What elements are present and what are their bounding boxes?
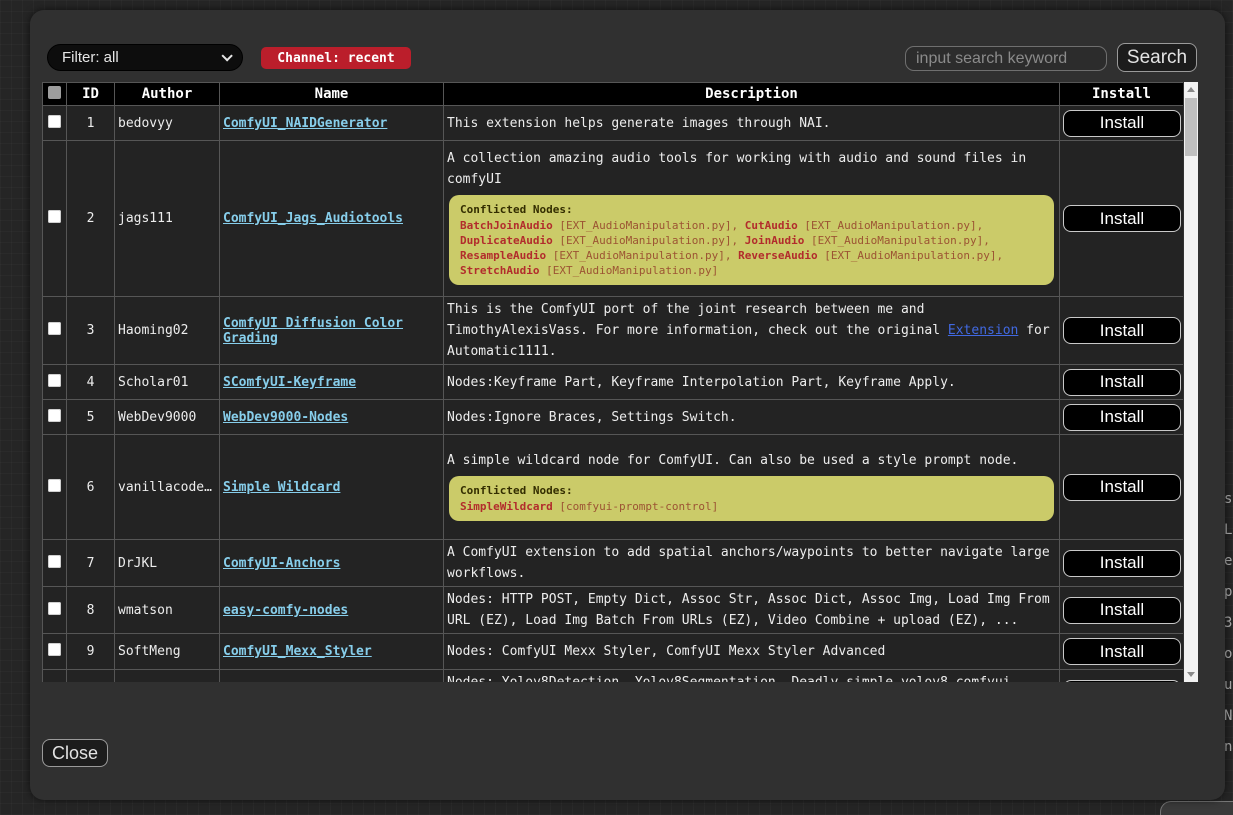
cell-author: SoftMeng xyxy=(115,634,220,670)
cell-author: vanillacode… xyxy=(115,435,220,540)
install-button[interactable]: Install xyxy=(1063,317,1181,344)
scroll-up-arrow[interactable] xyxy=(1184,82,1198,97)
table-body: 1bedovyyComfyUI_NAIDGenerator This extens… xyxy=(43,106,1184,683)
cell-description: A simple wildcard node for ComfyUI. Can … xyxy=(444,435,1060,540)
row-checkbox[interactable] xyxy=(48,374,61,387)
install-button[interactable]: Install xyxy=(1063,550,1181,577)
cell-description: This is the ComfyUI port of the joint re… xyxy=(444,297,1060,365)
extension-name-link[interactable]: ComfyUI_Mexx_Styler xyxy=(223,644,372,659)
background-text-fragments: s L e p 3 o u N n xyxy=(1224,484,1233,763)
cell-author: zcfrank1st xyxy=(115,670,220,683)
cell-author: DrJKL xyxy=(115,540,220,587)
cell-author: Scholar01 xyxy=(115,365,220,400)
cell-author: wmatson xyxy=(115,587,220,634)
filter-select-value: Filter: all xyxy=(62,49,119,66)
install-button[interactable]: Install xyxy=(1063,474,1181,501)
search-button[interactable]: Search xyxy=(1117,43,1197,72)
select-all-checkbox[interactable] xyxy=(48,86,61,99)
scrollbar-thumb[interactable] xyxy=(1185,98,1197,156)
extension-name-link[interactable]: easy-comfy-nodes xyxy=(223,603,348,618)
cell-id: 7 xyxy=(67,540,115,587)
table-row: 1bedovyyComfyUI_NAIDGenerator This extens… xyxy=(43,106,1184,141)
table-row: 4Scholar01SComfyUI-Keyframe Nodes:Keyfram… xyxy=(43,365,1184,400)
custom-nodes-manager-dialog: Filter: all Channel: recent Search ID Au… xyxy=(30,10,1225,800)
cell-id: 4 xyxy=(67,365,115,400)
cell-author: jags111 xyxy=(115,141,220,297)
cell-author: WebDev9000 xyxy=(115,400,220,435)
table-row: 7DrJKLComfyUI-Anchors A ComfyUI extension… xyxy=(43,540,1184,587)
install-button[interactable]: Install xyxy=(1063,404,1181,431)
column-header-install: Install xyxy=(1060,83,1184,106)
description-link[interactable]: Extension xyxy=(948,323,1018,338)
cell-author: bedovyy xyxy=(115,106,220,141)
filter-select[interactable]: Filter: all xyxy=(47,44,243,71)
cell-description: Nodes: Yolov8Detection, Yolov8Segmentati… xyxy=(444,670,1060,683)
extension-name-link[interactable]: ComfyUI_NAIDGenerator xyxy=(223,116,387,131)
row-checkbox[interactable] xyxy=(48,479,61,492)
extensions-table: ID Author Name Description Install 1bedo… xyxy=(42,82,1183,682)
conflicted-nodes-box: Conflicted Nodes:BatchJoinAudio [EXT_Aud… xyxy=(449,195,1054,285)
cell-author: Haoming02 xyxy=(115,297,220,365)
cell-id: 9 xyxy=(67,634,115,670)
install-button[interactable]: Install xyxy=(1063,597,1181,624)
cell-id: 8 xyxy=(67,587,115,634)
table-row: 2jags111ComfyUI_Jags_Audiotools A collect… xyxy=(43,141,1184,297)
scroll-down-arrow[interactable] xyxy=(1184,667,1198,682)
cell-description: A ComfyUI extension to add spatial ancho… xyxy=(444,540,1060,587)
install-button[interactable]: Install xyxy=(1063,638,1181,665)
cell-description: Nodes: HTTP POST, Empty Dict, Assoc Str,… xyxy=(444,587,1060,634)
column-header-id: ID xyxy=(67,83,115,106)
close-button[interactable]: Close xyxy=(42,739,108,767)
install-button[interactable]: Install xyxy=(1063,680,1181,683)
install-button[interactable]: Install xyxy=(1063,369,1181,396)
search-input[interactable] xyxy=(905,46,1107,71)
row-checkbox[interactable] xyxy=(48,555,61,568)
column-header-name: Name xyxy=(220,83,444,106)
row-checkbox[interactable] xyxy=(48,602,61,615)
row-checkbox[interactable] xyxy=(48,115,61,128)
extension-name-link[interactable]: Simple Wildcard xyxy=(223,480,340,495)
table-scrollbar[interactable] xyxy=(1184,82,1198,682)
install-button[interactable]: Install xyxy=(1063,205,1181,232)
extension-name-link[interactable]: ComfyUI-Anchors xyxy=(223,556,340,571)
table-row: 3Haoming02ComfyUI Diffusion Color Gradin… xyxy=(43,297,1184,365)
install-button[interactable]: Install xyxy=(1063,110,1181,137)
cell-id: 3 xyxy=(67,297,115,365)
extension-name-link[interactable]: WebDev9000-Nodes xyxy=(223,410,348,425)
row-checkbox[interactable] xyxy=(48,210,61,223)
table-row: 5WebDev9000WebDev9000-Nodes Nodes:Ignore … xyxy=(43,400,1184,435)
channel-button[interactable]: Channel: recent xyxy=(261,47,411,69)
cell-description: Nodes:Ignore Braces, Settings Switch. xyxy=(444,400,1060,435)
row-checkbox[interactable] xyxy=(48,409,61,422)
extension-name-link[interactable]: ComfyUI_Jags_Audiotools xyxy=(223,211,403,226)
table-row: 10zcfrank1stComfyUI Yolov8Nodes: Yolov8D… xyxy=(43,670,1184,683)
column-header-description: Description xyxy=(444,83,1060,106)
cell-description: This extension helps generate images thr… xyxy=(444,106,1060,141)
cell-description: Nodes:Keyframe Part, Keyframe Interpolat… xyxy=(444,365,1060,400)
extension-name-link[interactable]: SComfyUI-Keyframe xyxy=(223,375,356,390)
extension-name-link[interactable]: ComfyUI Diffusion Color Grading xyxy=(223,316,403,346)
comfyui-canvas: { "page": { "background_fragments": ["s"… xyxy=(0,0,1233,815)
cell-description: A collection amazing audio tools for wor… xyxy=(444,141,1060,297)
row-checkbox[interactable] xyxy=(48,643,61,656)
cell-id: 6 xyxy=(67,435,115,540)
chevron-down-icon xyxy=(221,50,232,61)
table-header-row: ID Author Name Description Install xyxy=(43,83,1184,106)
table-row: 6vanillacode…Simple Wildcard A simple wil… xyxy=(43,435,1184,540)
partial-background-button xyxy=(1160,801,1233,815)
cell-id: 5 xyxy=(67,400,115,435)
cell-id: 1 xyxy=(67,106,115,141)
cell-id: 2 xyxy=(67,141,115,297)
table-row: 9SoftMengComfyUI_Mexx_Styler Nodes: Comfy… xyxy=(43,634,1184,670)
cell-id: 10 xyxy=(67,670,115,683)
cell-description: Nodes: ComfyUI Mexx Styler, ComfyUI Mexx… xyxy=(444,634,1060,670)
row-checkbox[interactable] xyxy=(48,322,61,335)
column-header-author: Author xyxy=(115,83,220,106)
table-row: 8wmatsoneasy-comfy-nodes Nodes: HTTP POST… xyxy=(43,587,1184,634)
conflicted-nodes-box: Conflicted Nodes:SimpleWildcard [comfyui… xyxy=(449,476,1054,521)
